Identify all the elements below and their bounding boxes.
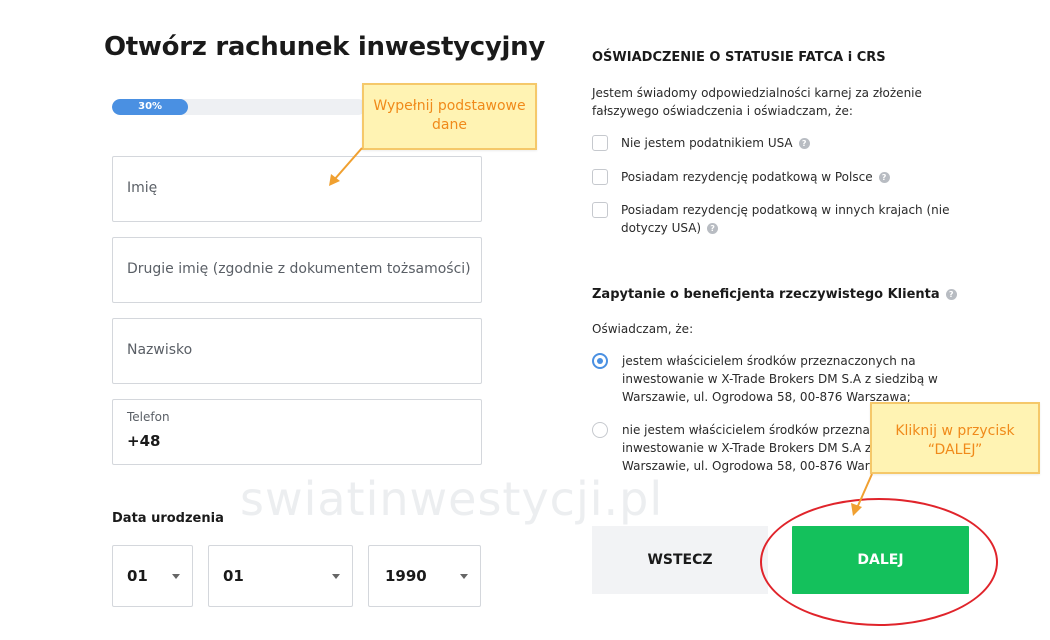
annotation-arrows [329, 147, 873, 516]
arrow-to-next-button [851, 473, 873, 516]
arrow-to-first-name [329, 147, 363, 186]
